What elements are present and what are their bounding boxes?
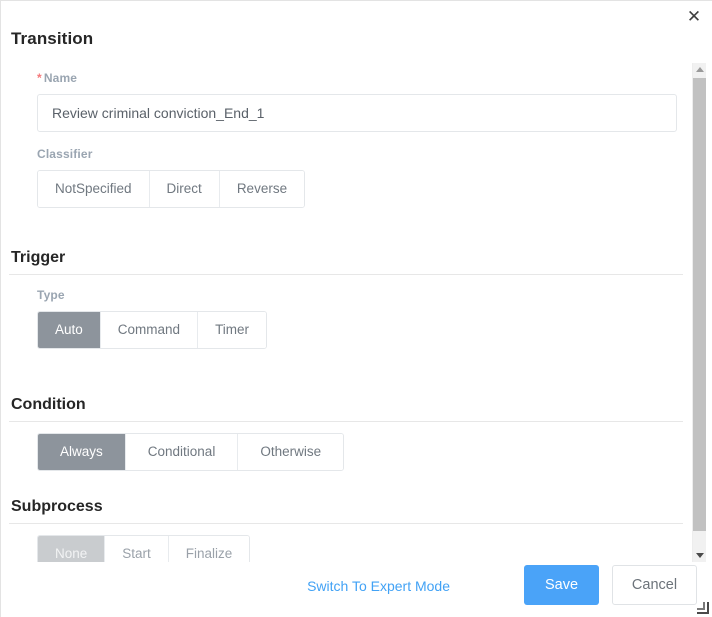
subprocess-field-group: None Start Finalize — [1, 524, 693, 563]
save-button[interactable]: Save — [524, 565, 599, 605]
classifier-field-group: Classifier NotSpecified Direct Reverse — [37, 147, 306, 208]
name-field-group: * Name — [37, 71, 677, 132]
condition-field-group: Always Conditional Otherwise — [1, 422, 693, 471]
classifier-button-group: NotSpecified Direct Reverse — [37, 170, 306, 208]
name-field-label: * Name — [37, 71, 677, 85]
section-subprocess-heading: Subprocess — [11, 498, 103, 515]
trigger-type-label: Type — [37, 288, 65, 302]
close-icon[interactable]: ✕ — [680, 3, 708, 31]
name-input[interactable] — [37, 94, 677, 132]
classifier-option-reverse[interactable]: Reverse — [219, 171, 305, 207]
subprocess-option-none[interactable]: None — [38, 536, 106, 563]
name-label-text: Name — [43, 71, 78, 85]
dialog-scroll-viewport: *Name Classifier NotSpecified Direct Rev… — [1, 61, 693, 563]
trigger-option-command[interactable]: Command — [100, 312, 199, 348]
page-title: Transition — [11, 29, 94, 48]
transition-dialog: ✕ Transition *Name Classifier NotSpecifi… — [0, 0, 712, 617]
section-trigger-heading: Trigger — [11, 249, 66, 266]
condition-option-always[interactable]: Always — [38, 434, 126, 470]
classifier-option-notspecified[interactable]: NotSpecified — [38, 171, 150, 207]
section-condition-heading: Condition — [11, 396, 86, 413]
condition-option-otherwise[interactable]: Otherwise — [238, 434, 344, 470]
switch-to-expert-mode-link[interactable]: Switch To Expert Mode — [307, 578, 450, 594]
section-condition: Condition Always Conditional Otherwise — [1, 396, 693, 471]
scroll-down-arrow-icon[interactable] — [693, 549, 706, 563]
subprocess-option-finalize[interactable]: Finalize — [168, 536, 250, 563]
cancel-button[interactable]: Cancel — [612, 565, 697, 605]
subprocess-button-group: None Start Finalize — [37, 535, 251, 563]
classifier-field-label: Classifier — [37, 147, 93, 161]
required-asterisk: * — [37, 71, 42, 85]
condition-option-conditional[interactable]: Conditional — [125, 434, 239, 470]
vertical-scrollbar[interactable] — [692, 63, 706, 563]
trigger-option-auto[interactable]: Auto — [38, 312, 101, 348]
scroll-up-arrow-icon[interactable] — [693, 63, 706, 77]
scrollbar-thumb[interactable] — [693, 78, 706, 531]
condition-button-group: Always Conditional Otherwise — [37, 433, 345, 471]
trigger-type-field-group: Type Auto Command Timer — [1, 275, 693, 349]
trigger-option-timer[interactable]: Timer — [198, 312, 267, 348]
subprocess-option-start[interactable]: Start — [105, 536, 169, 563]
dialog-footer: Switch To Expert Mode — [1, 562, 712, 617]
trigger-type-button-group: Auto Command Timer — [37, 311, 268, 349]
classifier-option-direct[interactable]: Direct — [149, 171, 220, 207]
section-subprocess: Subprocess None Start Finalize — [1, 498, 693, 563]
section-trigger: Trigger Type Auto Command Timer — [1, 249, 693, 349]
resize-grip-icon[interactable] — [696, 601, 710, 615]
